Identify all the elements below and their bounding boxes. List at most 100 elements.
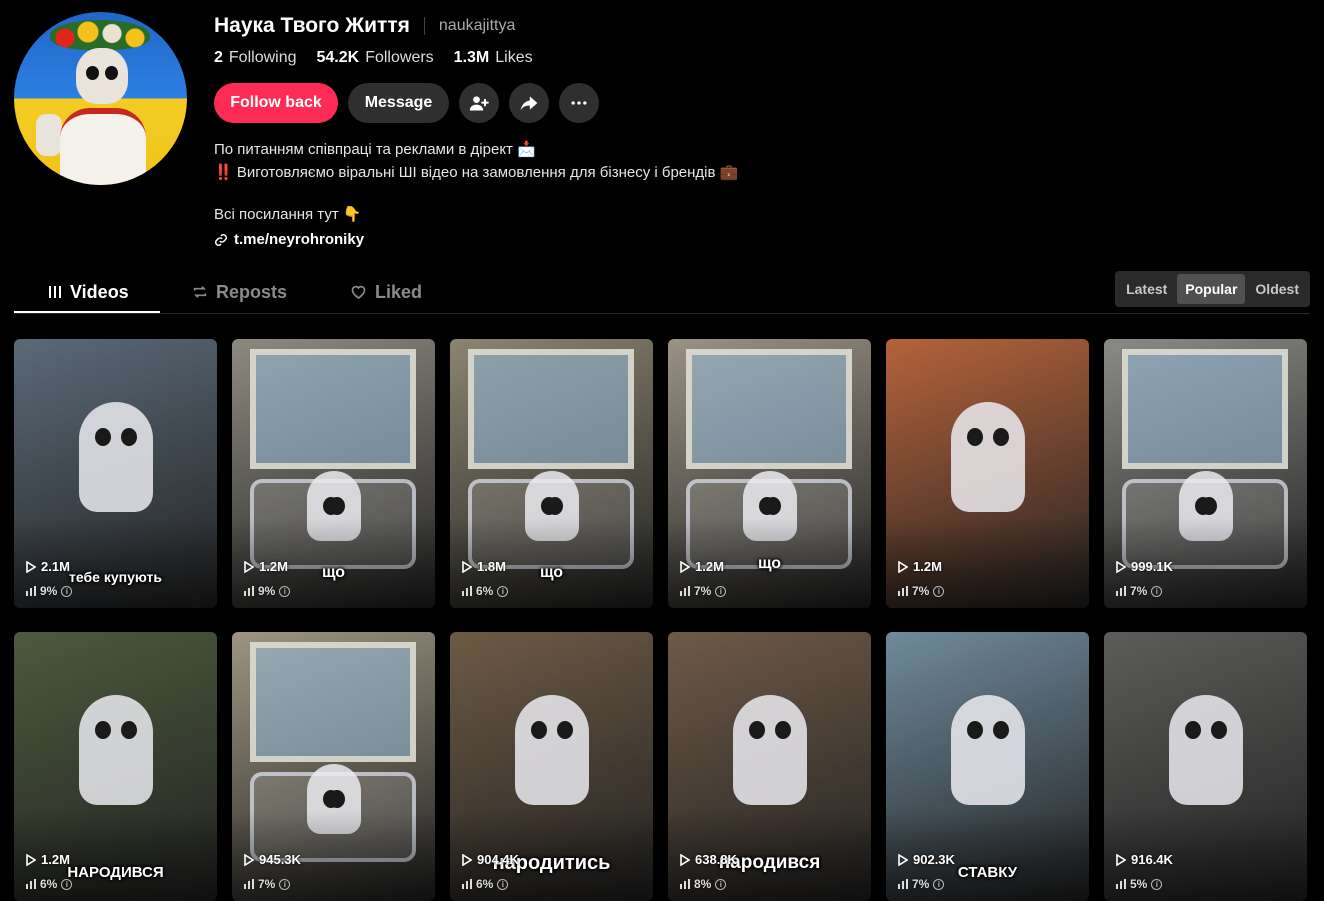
engagement-rate: 7% i (1116, 584, 1163, 598)
video-card[interactable]: 999.1K 7% i (1104, 339, 1307, 608)
thumbnail-window (686, 349, 852, 469)
video-card[interactable]: НАРОДИВСЯ 1.2M 6% i (14, 632, 217, 901)
heart-icon (351, 285, 366, 299)
engagement-rate-text: 8% (694, 877, 712, 891)
info-icon[interactable]: i (1151, 878, 1163, 890)
following-stat[interactable]: 2 Following (214, 49, 297, 67)
view-count: 1.2M (26, 852, 70, 867)
engagement-rate-text: 6% (476, 877, 494, 891)
view-count-text: 1.2M (259, 559, 288, 574)
bar-chart-icon (680, 879, 690, 889)
bio-line: По питанням співпраці та реклами в дірек… (214, 141, 536, 158)
tab-label: Reposts (216, 281, 288, 302)
video-card[interactable]: 916.4K 5% i (1104, 632, 1307, 901)
flower-wreath (50, 20, 150, 50)
info-icon[interactable]: i (497, 585, 509, 597)
grid-icon (49, 286, 61, 298)
info-icon[interactable]: i (933, 585, 945, 597)
sort-oldest[interactable]: Oldest (1247, 274, 1307, 304)
more-options-button[interactable] (559, 83, 599, 123)
engagement-rate-text: 6% (476, 584, 494, 598)
sort-latest[interactable]: Latest (1118, 274, 1175, 304)
view-count: 638.8K (680, 852, 737, 867)
info-icon[interactable]: i (61, 878, 73, 890)
view-count: 904.4K (462, 852, 519, 867)
play-icon (898, 560, 908, 573)
engagement-rate-text: 7% (912, 877, 930, 891)
thumbnail-window (1122, 349, 1288, 469)
engagement-rate: 7% i (898, 584, 945, 598)
info-icon[interactable]: i (933, 878, 945, 890)
avatar[interactable] (14, 12, 187, 185)
repost-icon (193, 286, 207, 298)
video-card[interactable]: що 1.2M 9% i (232, 339, 435, 608)
info-icon[interactable]: i (61, 585, 73, 597)
view-count-text: 945.3K (259, 852, 301, 867)
message-button[interactable]: Message (348, 83, 449, 123)
profile-handle: naukajittya (438, 17, 516, 34)
engagement-rate: 7% i (244, 877, 291, 891)
view-count: 2.1M (26, 559, 70, 574)
info-icon[interactable]: i (279, 878, 291, 890)
name-row: Наука Твого Життя naukajittya (214, 14, 515, 38)
engagement-rate-text: 9% (258, 584, 276, 598)
profile-link[interactable]: t.me/neyrohroniky (214, 231, 364, 248)
video-card[interactable]: що 1.8M 6% i (450, 339, 653, 608)
tab-liked[interactable]: Liked (350, 270, 422, 314)
view-count: 945.3K (244, 852, 301, 867)
engagement-rate-text: 6% (40, 877, 58, 891)
video-card[interactable]: СТАВКУ 902.3K 7% i (886, 632, 1089, 901)
follow-back-button[interactable]: Follow back (214, 83, 338, 123)
followers-stat[interactable]: 54.2K Followers (317, 49, 434, 67)
engagement-rate-text: 7% (258, 877, 276, 891)
engagement-rate: 5% i (1116, 877, 1163, 891)
play-icon (898, 853, 908, 866)
engagement-rate-text: 9% (40, 584, 58, 598)
info-icon[interactable]: i (497, 878, 509, 890)
bio-line: ‼️ Виготовляємо віральні ШІ відео на зам… (214, 164, 739, 181)
profile-actions: Follow back Message (214, 83, 599, 123)
video-card[interactable]: тебе купують 2.1M 9% i (14, 339, 217, 608)
bar-chart-icon (462, 879, 472, 889)
play-icon (244, 560, 254, 573)
video-card[interactable]: 1.2M 7% i (886, 339, 1089, 608)
info-icon[interactable]: i (715, 585, 727, 597)
engagement-rate: 7% i (898, 877, 945, 891)
engagement-rate: 8% i (680, 877, 727, 891)
add-friend-button[interactable] (459, 83, 499, 123)
bar-chart-icon (244, 586, 254, 596)
engagement-rate: 9% i (26, 584, 73, 598)
view-count-text: 638.8K (695, 852, 737, 867)
likes-stat: 1.3M Likes (453, 49, 533, 66)
bio-line: Всі посилання тут 👇 (214, 206, 362, 223)
view-count: 999.1K (1116, 559, 1173, 574)
bar-chart-icon (244, 879, 254, 889)
view-count-text: 1.2M (41, 852, 70, 867)
play-icon (26, 853, 36, 866)
video-card[interactable]: 945.3K 7% i (232, 632, 435, 901)
thumbnail-figure (1168, 695, 1243, 806)
share-button[interactable] (509, 83, 549, 123)
play-icon (462, 853, 472, 866)
tab-reposts[interactable]: Reposts (192, 270, 287, 314)
bar-chart-icon (26, 879, 36, 889)
view-count-text: 999.1K (1131, 559, 1173, 574)
info-icon[interactable]: i (1151, 585, 1163, 597)
more-dots-icon (571, 101, 587, 105)
info-icon[interactable]: i (715, 878, 727, 890)
active-tab-indicator (14, 311, 160, 313)
thumbnail-window (250, 642, 416, 762)
content-tabs: Videos Reposts Liked Latest Popular Olde… (14, 270, 1310, 314)
thumbnail-window (250, 349, 416, 469)
engagement-rate: 6% i (462, 877, 509, 891)
tab-label: Videos (70, 281, 129, 302)
info-icon[interactable]: i (279, 585, 291, 597)
tab-videos[interactable]: Videos (48, 270, 129, 314)
bar-chart-icon (1116, 879, 1126, 889)
bar-chart-icon (26, 586, 36, 596)
video-card[interactable]: що 1.2M 7% i (668, 339, 871, 608)
video-card[interactable]: народитись 904.4K 6% i (450, 632, 653, 901)
sort-popular[interactable]: Popular (1177, 274, 1246, 304)
engagement-rate-text: 7% (912, 584, 930, 598)
video-card[interactable]: народився 638.8K 8% i (668, 632, 871, 901)
